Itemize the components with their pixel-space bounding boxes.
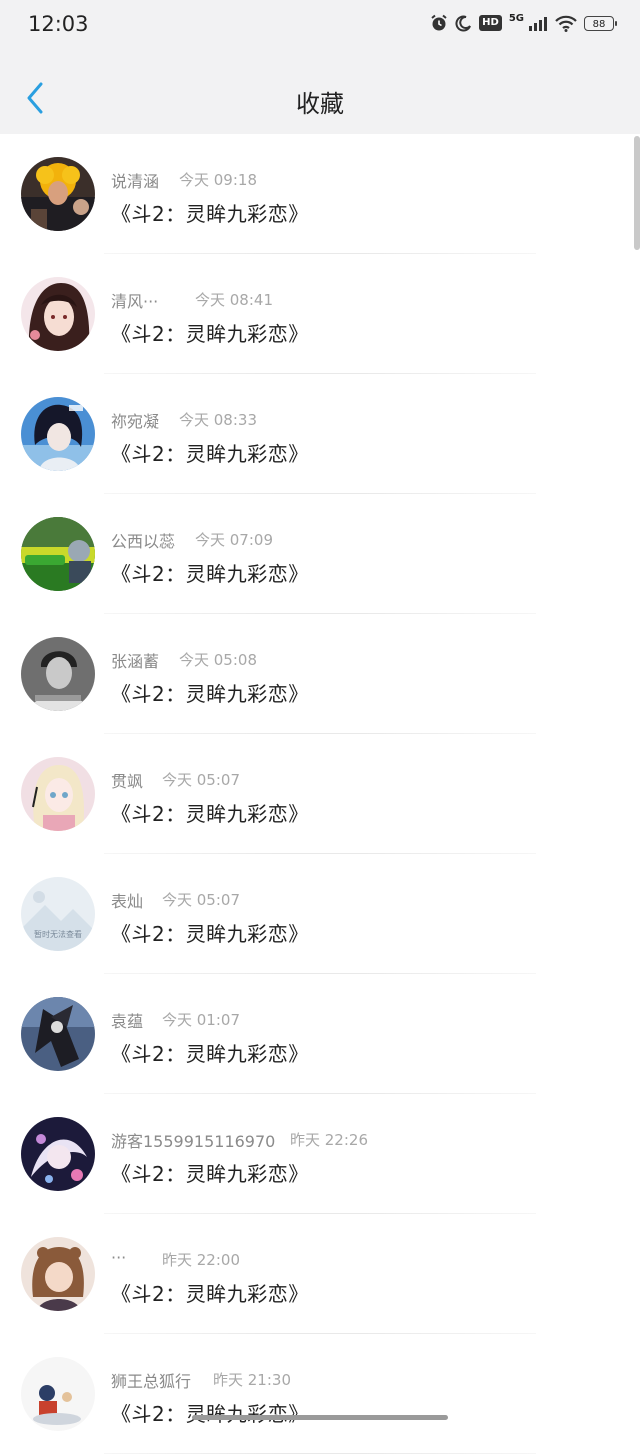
wifi-icon bbox=[555, 15, 577, 32]
list-item[interactable]: 袁蕴 今天 01:07 《斗2：灵眸九彩恋》 bbox=[0, 974, 640, 1094]
story-title: 《斗2：灵眸九彩恋》 bbox=[111, 322, 309, 346]
network-type: 5G bbox=[508, 12, 524, 24]
timestamp: 今天 08:33 bbox=[179, 411, 257, 429]
page-title: 收藏 bbox=[296, 90, 344, 118]
alarm-icon bbox=[431, 14, 447, 31]
avatar[interactable] bbox=[21, 397, 95, 471]
timestamp: 今天 05:08 bbox=[179, 651, 257, 669]
timestamp: 昨天 22:00 bbox=[162, 1251, 240, 1269]
list-item[interactable]: 公西以蕊 今天 07:09 《斗2：灵眸九彩恋》 bbox=[0, 494, 640, 614]
timestamp: 今天 05:07 bbox=[162, 891, 240, 909]
list-item[interactable]: 清风··· 今天 08:41 《斗2：灵眸九彩恋》 bbox=[0, 254, 640, 374]
username: 贯飒 bbox=[111, 772, 144, 791]
username: 游客1559915116970 bbox=[111, 1132, 276, 1151]
story-title: 《斗2：灵眸九彩恋》 bbox=[111, 802, 309, 826]
story-title: 《斗2：灵眸九彩恋》 bbox=[111, 1402, 309, 1426]
username: 说清涵 bbox=[111, 172, 160, 191]
username: 袁蕴 bbox=[111, 1012, 144, 1031]
story-title: 《斗2：灵眸九彩恋》 bbox=[111, 922, 309, 946]
avatar[interactable] bbox=[21, 1237, 95, 1311]
timestamp: 今天 07:09 bbox=[195, 531, 273, 549]
username: ··· bbox=[111, 1248, 127, 1267]
status-bar: 12:03 HD 5G 88 bbox=[0, 0, 640, 52]
home-indicator[interactable] bbox=[192, 1415, 448, 1420]
story-title: 《斗2：灵眸九彩恋》 bbox=[111, 1042, 309, 1066]
list-item[interactable]: 张涵蓄 今天 05:08 《斗2：灵眸九彩恋》 bbox=[0, 614, 640, 734]
username: 清风··· bbox=[111, 292, 159, 311]
nav-header: 收藏 bbox=[0, 52, 640, 134]
list-item[interactable]: 贯飒 今天 05:07 《斗2：灵眸九彩恋》 bbox=[0, 734, 640, 854]
timestamp: 昨天 22:26 bbox=[290, 1131, 368, 1149]
list-item[interactable]: 暂时无法查看 表灿 今天 05:07 《斗2：灵眸九彩恋》 bbox=[0, 854, 640, 974]
story-title: 《斗2：灵眸九彩恋》 bbox=[111, 1162, 309, 1186]
avatar-placeholder-text: 暂时无法查看 bbox=[34, 930, 82, 939]
username: 公西以蕊 bbox=[111, 532, 176, 551]
list-item[interactable]: 游客1559915116970 昨天 22:26 《斗2：灵眸九彩恋》 bbox=[0, 1094, 640, 1214]
username: 张涵蓄 bbox=[111, 652, 160, 671]
list-item[interactable]: 狮王总狐行 昨天 21:30 《斗2：灵眸九彩恋》 bbox=[0, 1334, 640, 1454]
scrollbar[interactable] bbox=[634, 136, 640, 250]
story-title: 《斗2：灵眸九彩恋》 bbox=[111, 202, 309, 226]
avatar[interactable] bbox=[21, 997, 95, 1071]
avatar[interactable] bbox=[21, 1357, 95, 1431]
username: 狮王总狐行 bbox=[111, 1372, 192, 1391]
signal-icon bbox=[529, 17, 547, 31]
avatar[interactable] bbox=[21, 157, 95, 231]
timestamp: 今天 09:18 bbox=[179, 171, 257, 189]
hd-icon: HD bbox=[479, 15, 502, 31]
moon-icon bbox=[455, 15, 472, 32]
avatar[interactable] bbox=[21, 757, 95, 831]
avatar[interactable] bbox=[21, 1117, 95, 1191]
list-item[interactable]: 祢宛凝 今天 08:33 《斗2：灵眸九彩恋》 bbox=[0, 374, 640, 494]
battery-icon: 88 bbox=[584, 15, 617, 31]
avatar[interactable]: 暂时无法查看 bbox=[21, 877, 95, 951]
list-item[interactable]: ··· 昨天 22:00 《斗2：灵眸九彩恋》 bbox=[0, 1214, 640, 1334]
avatar[interactable] bbox=[21, 517, 95, 591]
story-title: 《斗2：灵眸九彩恋》 bbox=[111, 562, 309, 586]
story-title: 《斗2：灵眸九彩恋》 bbox=[111, 1282, 309, 1306]
avatar[interactable] bbox=[21, 637, 95, 711]
timestamp: 今天 05:07 bbox=[162, 771, 240, 789]
avatar[interactable] bbox=[21, 277, 95, 351]
timestamp: 昨天 21:30 bbox=[213, 1371, 291, 1389]
story-title: 《斗2：灵眸九彩恋》 bbox=[111, 682, 309, 706]
timestamp: 今天 01:07 bbox=[162, 1011, 240, 1029]
timestamp: 今天 08:41 bbox=[195, 291, 273, 309]
username: 祢宛凝 bbox=[111, 412, 160, 431]
list-item[interactable]: 说清涵 今天 09:18 《斗2：灵眸九彩恋》 bbox=[0, 134, 640, 254]
username: 表灿 bbox=[111, 892, 144, 911]
status-time: 12:03 bbox=[28, 12, 89, 36]
status-icons: HD 5G 88 bbox=[430, 12, 617, 32]
story-title: 《斗2：灵眸九彩恋》 bbox=[111, 442, 309, 466]
favorites-list: 说清涵 今天 09:18 《斗2：灵眸九彩恋》 清风··· 今天 08:41 《… bbox=[0, 134, 640, 1454]
